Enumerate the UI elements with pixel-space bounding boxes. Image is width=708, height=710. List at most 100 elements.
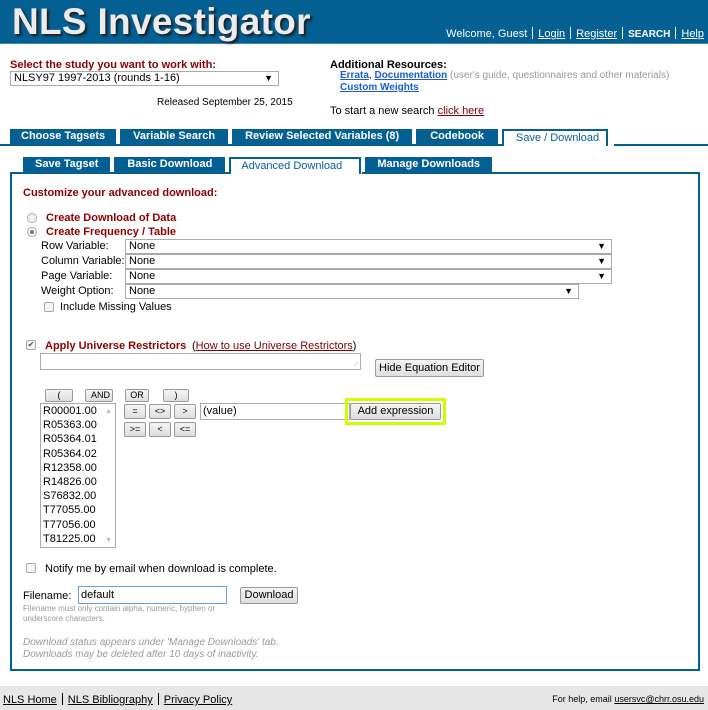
variable-list-item[interactable]: T77056.00 (41, 518, 115, 532)
study-select-label: Select the study you want to work with: (10, 59, 216, 71)
footer-help-text: For help, email (552, 694, 612, 704)
open-paren-button[interactable]: ( (45, 389, 73, 402)
footer-bibliography-link[interactable]: NLS Bibliography (68, 694, 153, 706)
scroll-down-icon[interactable]: ▼ (105, 537, 112, 544)
variable-list-item[interactable]: T77055.00 (41, 503, 115, 517)
variable-list-item[interactable]: T81225.00 (41, 532, 115, 546)
divider (532, 27, 534, 39)
new-search-line: To start a new search click here (330, 105, 484, 117)
variable-list-item[interactable]: R12358.00 (41, 461, 115, 475)
help-link[interactable]: Help (681, 28, 704, 40)
resize-grip-icon[interactable]: ⟋ (354, 361, 359, 369)
include-missing-checkbox[interactable] (44, 302, 54, 312)
notify-email-checkbox[interactable] (26, 563, 36, 573)
login-link[interactable]: Login (538, 28, 565, 40)
subtab-save-tagset[interactable]: Save Tagset (23, 157, 111, 173)
subtab-advanced-download[interactable]: Advanced Download (229, 157, 362, 174)
release-date: Released September 25, 2015 (157, 97, 293, 108)
variable-list-item[interactable]: R05364.02 (41, 447, 115, 461)
or-button[interactable]: OR (125, 389, 149, 402)
apply-universe-checkbox[interactable]: ✔ (26, 340, 36, 350)
weight-option-label: Weight Option: (41, 285, 114, 297)
study-select[interactable]: NLSY97 1997-2013 (rounds 1-16) ▼ (10, 71, 279, 86)
new-search-link[interactable]: click here (438, 105, 484, 117)
download-data-label[interactable]: Create Download of Data (46, 212, 176, 224)
less-than-button[interactable]: < (149, 422, 171, 437)
column-variable-label: Column Variable: (41, 255, 125, 267)
chevron-down-icon: ▼ (264, 73, 273, 83)
and-button[interactable]: AND (85, 389, 113, 402)
variable-list-item[interactable]: R00001.00 (41, 404, 115, 418)
status-note-line: Download status appears under 'Manage Do… (23, 637, 279, 648)
subtab-manage-downloads[interactable]: Manage Downloads (365, 157, 493, 173)
divider (675, 27, 677, 39)
documentation-link[interactable]: Documentation (374, 70, 447, 81)
footer-help: For help, email usersvc@chrr.osu.edu (552, 694, 704, 704)
header-banner: NLS Investigator Welcome, Guest Login Regi… (0, 0, 708, 44)
variable-list-item[interactable]: R14826.00 (41, 475, 115, 489)
greater-equal-button[interactable]: >= (124, 422, 146, 437)
value-input[interactable]: (value) (200, 403, 350, 420)
not-equals-button[interactable]: <> (149, 404, 171, 419)
universe-expression-textarea[interactable]: ⟋ (40, 353, 361, 370)
register-link[interactable]: Register (576, 28, 617, 40)
row-variable-label: Row Variable: (41, 240, 109, 252)
column-variable-select[interactable]: None ▼ (125, 254, 612, 269)
tab-review-selected-variables[interactable]: Review Selected Variables (8) (232, 129, 413, 145)
less-equal-button[interactable]: <= (174, 422, 196, 437)
tab-save-download[interactable]: Save / Download (501, 129, 608, 146)
search-link[interactable]: SEARCH (628, 29, 670, 40)
chevron-down-icon: ▼ (597, 256, 606, 266)
chevron-down-icon: ▼ (564, 286, 573, 296)
variable-list-item[interactable]: R05363.00 (41, 418, 115, 432)
footer-privacy-link[interactable]: Privacy Policy (164, 694, 232, 706)
variable-list-item[interactable]: S76832.00 (41, 489, 115, 503)
variable-listbox[interactable]: R00001.00 R05363.00 R05364.01 R05364.02 R123… (40, 403, 116, 548)
scroll-up-icon[interactable]: ▲ (105, 408, 112, 415)
frequency-table-radio[interactable] (27, 227, 37, 237)
footer-help-email-link[interactable]: usersvc@chrr.osu.edu (614, 694, 704, 704)
divider (157, 693, 159, 705)
filename-label: Filename: (23, 590, 72, 602)
divider (61, 693, 63, 705)
footer-nls-home-link[interactable]: NLS Home (3, 694, 57, 706)
universe-help: (How to use Universe Restrictors) (192, 340, 356, 352)
filename-hint: Filename must only contain alpha, numeri… (23, 604, 216, 623)
apply-universe-label[interactable]: Apply Universe Restrictors (45, 340, 186, 352)
custom-weights-link[interactable]: Custom Weights (340, 82, 419, 93)
download-button[interactable]: Download (240, 587, 298, 604)
new-search-text: To start a new search (330, 105, 435, 117)
subtab-basic-download[interactable]: Basic Download (114, 157, 226, 173)
variable-list-item[interactable]: R05364.01 (41, 432, 115, 446)
row-variable-select[interactable]: None ▼ (125, 239, 612, 254)
study-select-value: NLSY97 1997-2013 (rounds 1-16) (14, 72, 180, 84)
filename-input[interactable]: default (78, 586, 227, 604)
notify-email-label[interactable]: Notify me by email when download is comp… (45, 563, 277, 575)
universe-help-link[interactable]: How to use Universe Restrictors (196, 340, 353, 352)
status-note-line: Downloads may be deleted after 10 days o… (23, 649, 259, 660)
weight-option-select[interactable]: None ▼ (125, 284, 579, 299)
custom-weights-line: Custom Weights (340, 82, 419, 93)
equals-button[interactable]: = (124, 404, 146, 419)
tab-choose-tagsets[interactable]: Choose Tagsets (10, 129, 117, 145)
row-variable-value: None (129, 240, 156, 252)
divider (622, 27, 624, 39)
divider (570, 27, 572, 39)
sub-tabs: Save Tagset Basic Download Advanced Down… (23, 157, 496, 174)
tab-codebook[interactable]: Codebook (416, 129, 498, 145)
close-paren-button[interactable]: ) (163, 389, 189, 402)
add-expression-button[interactable]: Add expression (350, 403, 441, 420)
footer-links: NLS Home NLS Bibliography Privacy Policy (3, 693, 232, 706)
include-missing-label[interactable]: Include Missing Values (60, 301, 172, 313)
tab-variable-search[interactable]: Variable Search (120, 129, 229, 145)
download-data-radio[interactable] (27, 213, 37, 223)
resources-links: Errata, Documentation (user's guide, que… (340, 70, 670, 81)
paren: ) (352, 340, 357, 352)
page-variable-select[interactable]: None ▼ (125, 269, 612, 284)
errata-link[interactable]: Errata (340, 70, 369, 81)
greater-than-button[interactable]: > (174, 404, 196, 419)
page-variable-label: Page Variable: (41, 270, 113, 282)
frequency-table-label[interactable]: Create Frequency / Table (46, 226, 176, 238)
hide-equation-editor-button[interactable]: Hide Equation Editor (375, 359, 484, 377)
chevron-down-icon: ▼ (597, 241, 606, 251)
